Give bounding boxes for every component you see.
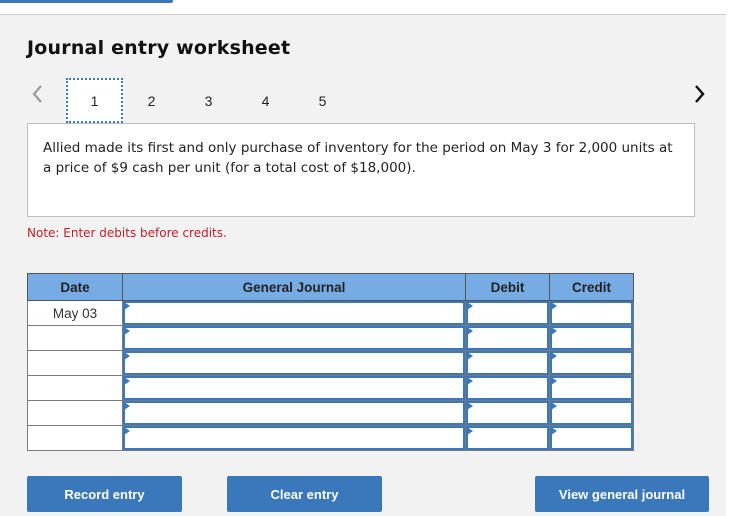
credit-input[interactable] xyxy=(550,326,633,350)
note-text: Note: Enter debits before credits. xyxy=(27,226,227,240)
date-cell xyxy=(27,400,123,426)
date-cell xyxy=(27,325,123,351)
credit-input[interactable] xyxy=(550,351,633,375)
account-cell xyxy=(122,375,466,401)
credit-input[interactable] xyxy=(550,376,633,400)
previous-button[interactable] xyxy=(28,82,48,106)
account-cell xyxy=(122,425,466,451)
date-cell xyxy=(27,375,123,401)
debit-cell xyxy=(465,375,550,401)
tab-5[interactable]: 5 xyxy=(294,78,351,123)
column-header-debit: Debit xyxy=(465,273,550,301)
record-entry-button[interactable]: Record entry xyxy=(27,476,182,512)
credit-cell xyxy=(549,375,634,401)
credit-input[interactable] xyxy=(550,401,633,425)
chevron-left-icon xyxy=(32,85,42,103)
table-row xyxy=(27,350,634,376)
date-cell xyxy=(27,350,123,376)
account-input[interactable] xyxy=(123,301,465,325)
dropdown-marker-icon xyxy=(551,377,557,385)
journal-table: Date General Journal Debit Credit May 03 xyxy=(27,273,634,451)
account-input[interactable] xyxy=(123,401,465,425)
dropdown-marker-icon xyxy=(467,402,473,410)
tab-2[interactable]: 2 xyxy=(123,78,180,123)
view-general-journal-button[interactable]: View general journal xyxy=(535,476,709,512)
debit-input[interactable] xyxy=(466,326,549,350)
dropdown-marker-icon xyxy=(467,302,473,310)
table-row xyxy=(27,400,634,426)
debit-cell xyxy=(465,350,550,376)
dropdown-marker-icon xyxy=(124,352,130,360)
account-cell xyxy=(122,350,466,376)
dropdown-marker-icon xyxy=(551,327,557,335)
dropdown-marker-icon xyxy=(124,377,130,385)
tab-3[interactable]: 3 xyxy=(180,78,237,123)
account-input[interactable] xyxy=(123,426,465,450)
dropdown-marker-icon xyxy=(551,427,557,435)
clear-entry-button[interactable]: Clear entry xyxy=(227,476,382,512)
debit-input[interactable] xyxy=(466,301,549,325)
debit-input[interactable] xyxy=(466,426,549,450)
column-header-general-journal: General Journal xyxy=(122,273,466,301)
worksheet-panel: Journal entry worksheet 1 2 3 4 5 Allied… xyxy=(0,14,726,516)
debit-cell xyxy=(465,300,550,326)
debit-cell xyxy=(465,325,550,351)
table-row xyxy=(27,375,634,401)
next-button[interactable] xyxy=(690,82,710,106)
credit-cell xyxy=(549,300,634,326)
dropdown-marker-icon xyxy=(124,327,130,335)
credit-cell xyxy=(549,350,634,376)
progress-bar xyxy=(0,0,173,3)
dropdown-marker-icon xyxy=(124,302,130,310)
dropdown-marker-icon xyxy=(551,352,557,360)
account-cell xyxy=(122,300,466,326)
debit-cell xyxy=(465,425,550,451)
dropdown-marker-icon xyxy=(551,302,557,310)
credit-input[interactable] xyxy=(550,301,633,325)
table-row xyxy=(27,325,634,351)
account-cell xyxy=(122,400,466,426)
tab-1[interactable]: 1 xyxy=(66,78,123,123)
table-header-row: Date General Journal Debit Credit xyxy=(27,273,634,301)
table-row xyxy=(27,425,634,451)
table-row: May 03 xyxy=(27,300,634,326)
dropdown-marker-icon xyxy=(467,352,473,360)
debit-cell xyxy=(465,400,550,426)
chevron-right-icon xyxy=(695,85,705,103)
dropdown-marker-icon xyxy=(467,427,473,435)
credit-cell xyxy=(549,400,634,426)
account-input[interactable] xyxy=(123,326,465,350)
credit-cell xyxy=(549,325,634,351)
debit-input[interactable] xyxy=(466,351,549,375)
date-cell xyxy=(27,425,123,451)
page-title: Journal entry worksheet xyxy=(27,37,291,59)
tab-4[interactable]: 4 xyxy=(237,78,294,123)
debit-input[interactable] xyxy=(466,401,549,425)
account-cell xyxy=(122,325,466,351)
column-header-date: Date xyxy=(27,273,123,301)
dropdown-marker-icon xyxy=(551,402,557,410)
dropdown-marker-icon xyxy=(124,402,130,410)
credit-input[interactable] xyxy=(550,426,633,450)
debit-input[interactable] xyxy=(466,376,549,400)
dropdown-marker-icon xyxy=(467,327,473,335)
account-input[interactable] xyxy=(123,376,465,400)
dropdown-marker-icon xyxy=(467,377,473,385)
scenario-description: Allied made its first and only purchase … xyxy=(27,123,695,217)
date-cell: May 03 xyxy=(27,300,123,326)
credit-cell xyxy=(549,425,634,451)
column-header-credit: Credit xyxy=(549,273,634,301)
account-input[interactable] xyxy=(123,351,465,375)
dropdown-marker-icon xyxy=(124,427,130,435)
